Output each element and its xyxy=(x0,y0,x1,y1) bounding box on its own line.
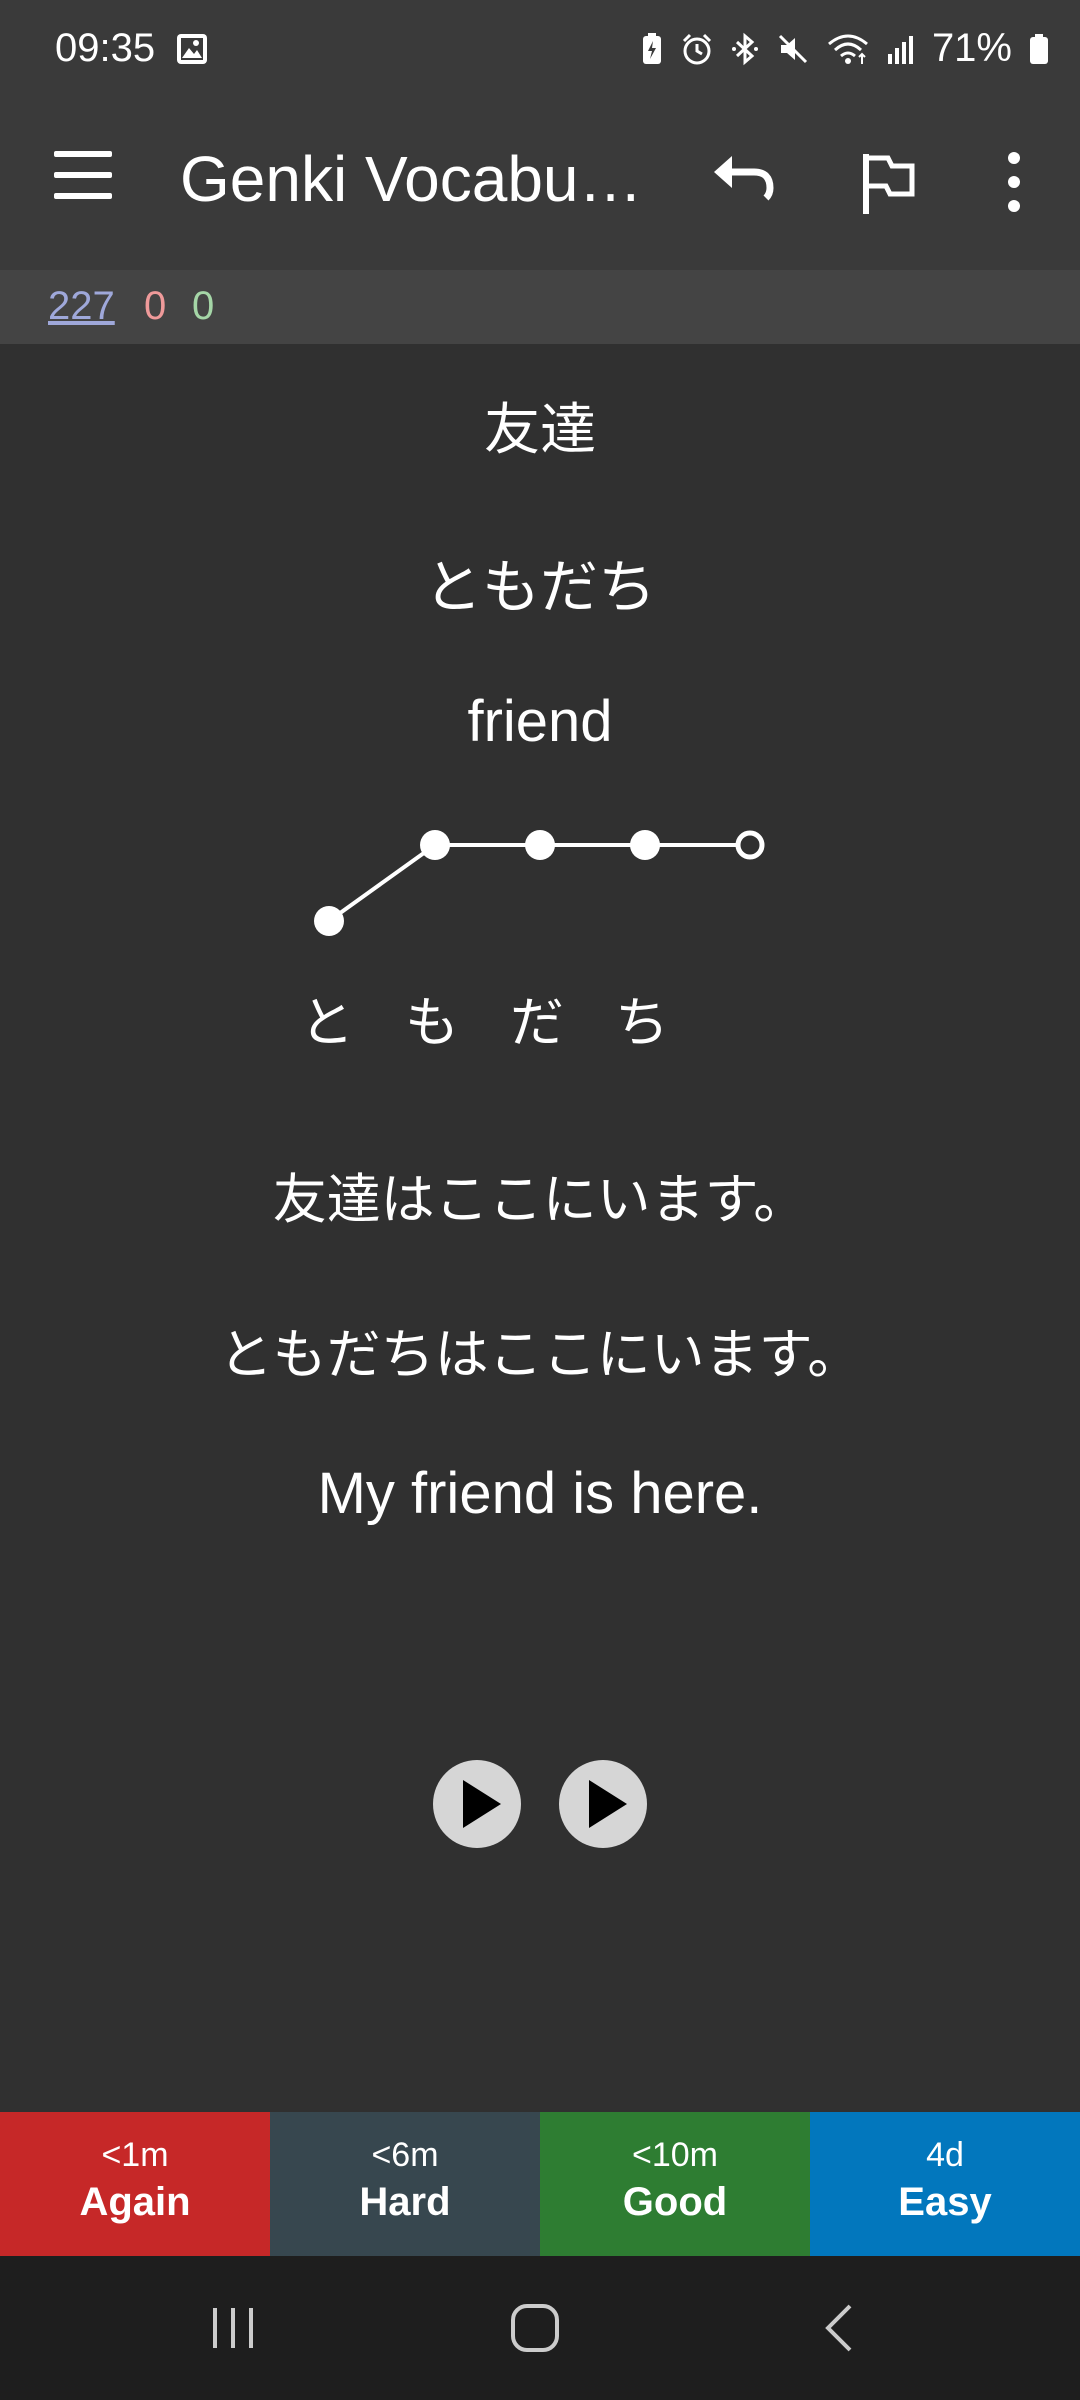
review-count: 0 xyxy=(192,284,215,328)
learning-count: 0 xyxy=(144,284,167,328)
good-button[interactable]: <10m Good xyxy=(540,2112,810,2256)
battery-saver-icon xyxy=(642,32,661,64)
play-audio-icon[interactable] xyxy=(433,1760,521,1848)
answer-interval: <1m xyxy=(101,2136,169,2174)
bluetooth-icon xyxy=(731,32,758,65)
pitch-dot xyxy=(314,906,344,936)
gallery-icon xyxy=(177,34,207,64)
example-sentence-en: My friend is here. xyxy=(317,1461,763,1526)
example-sentence-jp: 友達はここにいます。 xyxy=(272,1168,808,1231)
new-count[interactable]: 227 xyxy=(48,284,115,329)
play-audio-icon[interactable] xyxy=(559,1760,647,1848)
card-reading: ともだち xyxy=(423,553,656,621)
undo-icon[interactable] xyxy=(704,142,784,222)
back-icon[interactable] xyxy=(810,2300,870,2356)
battery-percent: 71% xyxy=(931,26,1012,70)
recents-icon[interactable] xyxy=(203,2300,263,2356)
pitch-kana: も xyxy=(405,991,459,1054)
answer-label: Again xyxy=(79,2180,191,2224)
card-meaning: friend xyxy=(467,689,613,754)
status-bar: 09:35 71% xyxy=(0,0,1080,100)
mute-icon xyxy=(778,34,807,63)
system-nav-bar xyxy=(0,2256,1080,2400)
card-word: 友達 xyxy=(484,398,596,463)
answer-label: Good xyxy=(622,2180,728,2224)
page-title: Genki Vocabul… xyxy=(180,143,650,215)
easy-button[interactable]: 4d Easy xyxy=(810,2112,1080,2256)
wifi-icon xyxy=(827,34,868,64)
pitch-accent-graph xyxy=(314,830,765,936)
answer-interval: 4d xyxy=(926,2136,964,2174)
pitch-kana: ち xyxy=(615,991,669,1054)
more-icon[interactable] xyxy=(974,142,1054,222)
status-time: 09:35 xyxy=(55,26,156,70)
pitch-kana: と xyxy=(300,991,354,1054)
signal-icon xyxy=(887,35,913,64)
pitch-kana-row: と も だ ち xyxy=(0,978,1080,1054)
pitch-dot-particle xyxy=(735,830,765,860)
answer-label: Hard xyxy=(359,2180,451,2224)
home-icon[interactable] xyxy=(505,2300,565,2356)
pitch-dot xyxy=(420,830,450,860)
answer-interval: <6m xyxy=(371,2136,439,2174)
menu-icon[interactable] xyxy=(54,151,114,199)
answer-label: Easy xyxy=(898,2180,992,2224)
pitch-dot xyxy=(525,830,555,860)
flag-icon[interactable] xyxy=(848,142,928,222)
app-toolbar: Genki Vocabul… xyxy=(0,100,1080,270)
example-sentence-kana: ともだちはここにいます。 xyxy=(218,1323,862,1386)
pitch-dot xyxy=(630,830,660,860)
answer-interval: <10m xyxy=(632,2136,718,2174)
card-counts-bar: 227 0 0 xyxy=(0,270,1080,344)
pitch-kana: だ xyxy=(510,991,564,1054)
battery-icon xyxy=(1030,33,1048,64)
alarm-icon xyxy=(682,33,711,64)
answer-buttons: <1m Again <6m Hard <10m Good 4d Easy xyxy=(0,2112,1080,2256)
hard-button[interactable]: <6m Hard xyxy=(270,2112,540,2256)
again-button[interactable]: <1m Again xyxy=(0,2112,270,2256)
